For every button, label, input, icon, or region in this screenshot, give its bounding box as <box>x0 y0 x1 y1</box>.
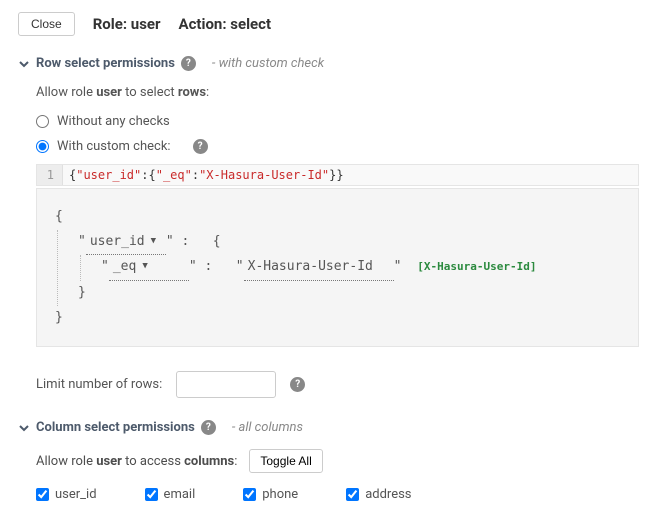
column-permissions-body: Allow role user to access columns: Toggl… <box>18 449 639 502</box>
action-value: select <box>230 15 271 33</box>
column-checkbox-phone[interactable]: phone <box>243 487 298 502</box>
chevron-down-icon <box>18 422 30 434</box>
row-permissions-body: Allow role user to select rows: Without … <box>18 85 639 398</box>
column-permissions-title: Column select permissions <box>36 420 195 435</box>
help-icon[interactable]: ? <box>181 56 196 71</box>
field-selector[interactable]: user_id▼ <box>86 230 166 256</box>
checkbox-phone[interactable] <box>243 488 256 501</box>
checkbox-address[interactable] <box>346 488 359 501</box>
limit-rows-input[interactable] <box>176 371 276 398</box>
close-button[interactable]: Close <box>18 12 75 36</box>
role-value: user <box>131 15 161 33</box>
column-permissions-toggle[interactable]: Column select permissions ? - all column… <box>18 420 639 435</box>
radio-without-checks[interactable] <box>36 115 49 128</box>
brace-close: } <box>55 306 620 331</box>
code-line-number: 1 <box>37 165 63 185</box>
columns-list: user_id email phone address <box>36 487 639 502</box>
session-var-badge: [X-Hasura-User-Id] <box>417 260 536 273</box>
help-icon[interactable]: ? <box>193 139 208 154</box>
toggle-all-button[interactable]: Toggle All <box>249 449 322 473</box>
row-permissions-subtitle: - with custom check <box>212 56 324 71</box>
column-checkbox-address[interactable]: address <box>346 487 411 502</box>
column-permissions-subtitle: - all columns <box>232 420 303 435</box>
limit-rows-label: Limit number of rows: <box>36 377 162 392</box>
filter-code-editor[interactable]: 1 {"user_id":{"_eq":"X-Hasura-User-Id"}} <box>36 164 639 186</box>
help-icon[interactable]: ? <box>201 420 216 435</box>
column-checkbox-email[interactable]: email <box>145 487 196 502</box>
role-label: Role: <box>93 15 127 33</box>
row-permissions-title: Row select permissions <box>36 56 175 71</box>
brace-open: { <box>55 205 620 230</box>
limit-rows-row: Limit number of rows: ? <box>36 371 639 398</box>
operator-selector[interactable]: _eq▼ <box>109 255 189 281</box>
brace-close: } <box>78 281 620 306</box>
allow-select-rows-text: Allow role user to select rows: <box>36 85 639 100</box>
row-permissions-toggle[interactable]: Row select permissions ? - with custom c… <box>18 56 639 71</box>
radio-with-custom-label: With custom check: <box>57 139 171 154</box>
role-title: Role: user <box>93 15 161 33</box>
code-line-content: {"user_id":{"_eq":"X-Hasura-User-Id"}} <box>63 165 350 185</box>
action-label: Action: <box>179 15 227 33</box>
chevron-down-icon <box>18 58 30 70</box>
checkbox-user_id[interactable] <box>36 488 49 501</box>
top-bar: Close Role: user Action: select <box>18 12 639 36</box>
allow-access-columns-text: Allow role user to access columns: <box>36 454 237 469</box>
checkbox-email[interactable] <box>145 488 158 501</box>
radio-without-checks-label: Without any checks <box>57 114 170 129</box>
radio-without-checks-row: Without any checks <box>36 114 639 129</box>
radio-with-custom-check[interactable] <box>36 140 49 153</box>
filter-builder: { " user_id▼" : { " _eq▼" : " X-Hasura-U… <box>36 188 639 347</box>
help-icon[interactable]: ? <box>290 377 305 392</box>
action-title: Action: select <box>179 15 272 33</box>
column-checkbox-user_id[interactable]: user_id <box>36 487 97 502</box>
value-input[interactable]: X-Hasura-User-Id <box>244 255 394 281</box>
radio-with-custom-row: With custom check: ? <box>36 139 639 154</box>
